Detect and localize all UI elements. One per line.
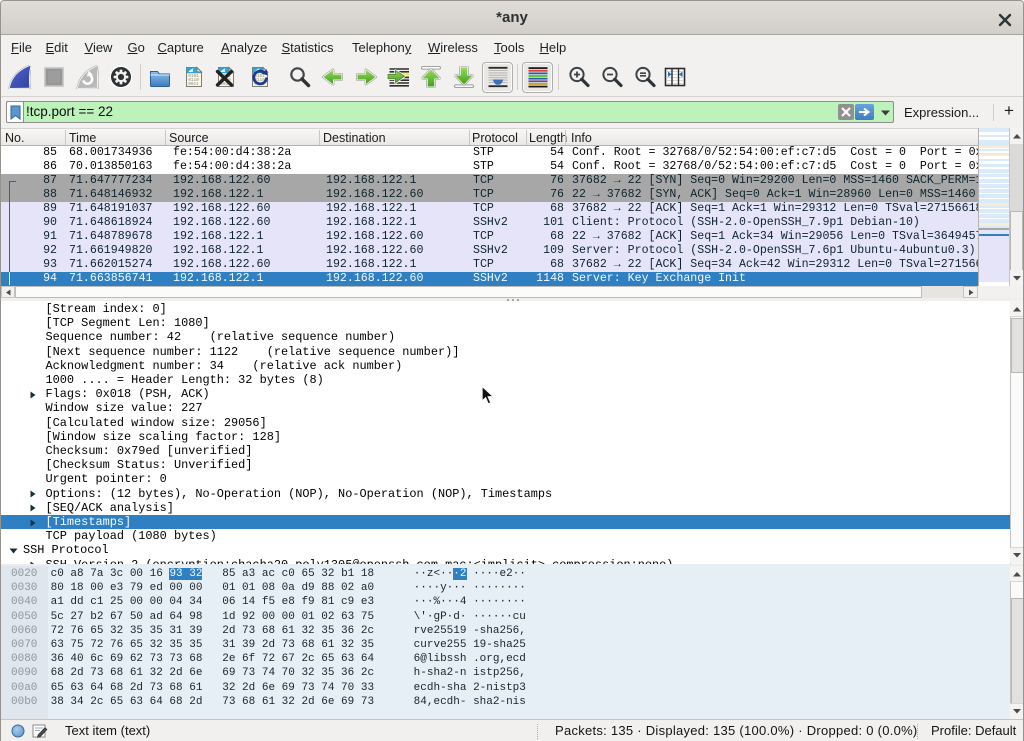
svg-text:0011: 0011 bbox=[188, 82, 199, 87]
